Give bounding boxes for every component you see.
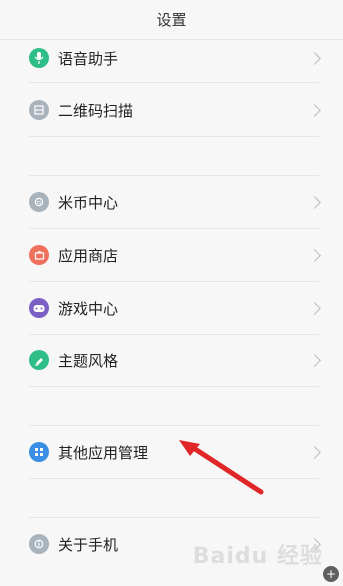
- mic-icon: [29, 48, 49, 68]
- page-title: 设置: [156, 11, 187, 29]
- chevron-right-icon: [308, 445, 321, 459]
- chevron-right-icon: [308, 301, 321, 315]
- theme-icon: [29, 350, 49, 370]
- settings-item-voice-assistant[interactable]: 语音助手: [0, 32, 343, 84]
- watermark: Baidu 经验: [192, 544, 323, 569]
- chevron-right-icon: [308, 103, 321, 117]
- settings-item-label: 语音助手: [58, 49, 119, 68]
- settings-item-label: 应用商店: [58, 246, 119, 265]
- settings-item-other-apps[interactable]: 其他应用管理: [0, 426, 343, 478]
- apps-icon: [29, 442, 49, 462]
- zoom-icon[interactable]: +: [323, 566, 339, 582]
- settings-item-qr-scan[interactable]: 二维码扫描: [0, 84, 343, 136]
- chevron-right-icon: [308, 248, 321, 262]
- settings-item-label: 主题风格: [58, 351, 119, 370]
- chevron-right-icon: [308, 51, 321, 65]
- chevron-right-icon: [308, 195, 321, 209]
- chevron-right-icon: [308, 353, 321, 367]
- settings-item-app-store[interactable]: 应用商店: [0, 229, 343, 281]
- settings-item-label: 其他应用管理: [58, 443, 149, 462]
- divider: [29, 478, 319, 479]
- scan-icon: [29, 100, 49, 120]
- settings-item-mi-coin[interactable]: m 米币中心: [0, 176, 343, 228]
- settings-item-themes[interactable]: 主题风格: [0, 334, 343, 386]
- info-icon: [29, 534, 49, 554]
- store-icon: [29, 245, 49, 265]
- settings-item-label: 二维码扫描: [58, 101, 134, 120]
- settings-item-label: 关于手机: [58, 535, 119, 554]
- settings-item-label: 米币中心: [58, 193, 119, 212]
- divider: [29, 386, 319, 387]
- divider: [29, 82, 319, 83]
- game-icon: [29, 298, 49, 318]
- svg-text:m: m: [37, 200, 42, 206]
- settings-item-game-center[interactable]: 游戏中心: [0, 282, 343, 334]
- divider: [29, 136, 319, 137]
- coin-icon: m: [29, 192, 49, 212]
- settings-item-label: 游戏中心: [58, 299, 119, 318]
